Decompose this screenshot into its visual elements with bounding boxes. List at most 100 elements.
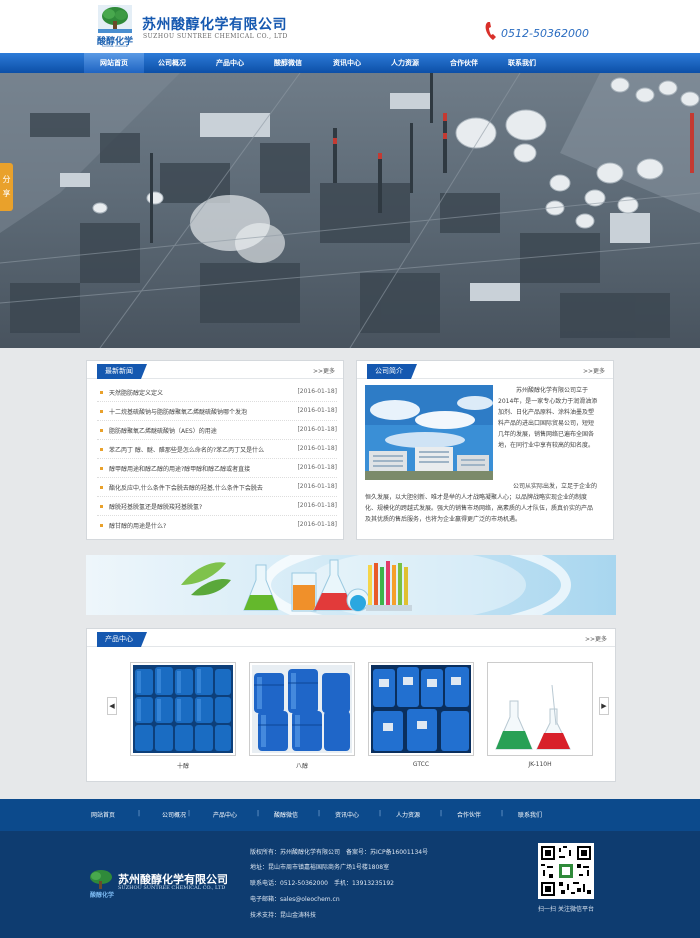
list-item[interactable]: 醇脱羟基脱氢还是醇脱羧羟基脱氢? [2016-01-18] (97, 497, 337, 516)
about-intro-text: 苏州酸醇化学有限公司立于2014年，是一家专心致力于润滑油添加剂、日化产品原料、… (498, 387, 598, 449)
news-date: [2016-01-18] (297, 407, 337, 414)
footer-nav-divider: | (257, 810, 260, 817)
bullet-icon (100, 524, 103, 527)
lab-flasks-banner (86, 555, 616, 615)
news-title[interactable]: 十二烷基硫酸钠与脂肪醇聚氧乙烯醚硫酸钠哪个发泡 (109, 407, 269, 416)
hero-banner-plant-image (0, 73, 700, 348)
news-title[interactable]: 醇脱羟基脱氢还是醇脱羧羟基脱氢? (109, 502, 269, 511)
nav-item-about[interactable]: 公司概况 (142, 53, 202, 73)
site-logo[interactable]: 酸醇化学 Suntree chemical (95, 5, 135, 48)
phone-icon (485, 22, 496, 40)
about-panel: 公司简介 >>更多 苏州酸醇化学有限公司立于2014年，是一家专心致力于润滑油添… (356, 360, 614, 540)
phone-number: 0512-50362000 (501, 27, 589, 40)
product-more-link[interactable]: >>更多 (585, 634, 607, 643)
product-name[interactable]: 八醇 (249, 761, 355, 770)
carousel-next-button[interactable]: ▶ (599, 697, 609, 715)
news-panel: 最新新闻 >>更多 天然脂肪醇定义定义 [2016-01-18] 十二烷基硫酸钠与… (86, 360, 344, 540)
about-panel-title: 公司简介 (367, 364, 417, 379)
news-panel-header: 最新新闻 >>更多 (87, 361, 343, 379)
bullet-icon (100, 448, 103, 451)
list-item[interactable]: 脂肪醇聚氧乙烯醚硫酸钠（AES）的用途 [2016-01-18] (97, 421, 337, 440)
about-body-text: 公司从实际出发，立足于企业的恒久发展，以大胆创新、唯才是举的人才战略凝聚人心；以… (365, 481, 597, 525)
footer-nav-divider: | (188, 810, 191, 817)
about-more-link[interactable]: >>更多 (583, 366, 605, 375)
bullet-icon (100, 410, 103, 413)
company-english-name: SUZHOU SUNTREE CHEMICAL CO., LTD (143, 33, 288, 40)
nav-item-wechat[interactable]: 酸醇微信 (258, 53, 318, 73)
nav-item-partners[interactable]: 合作伙伴 (434, 53, 494, 73)
news-date: [2016-01-18] (297, 388, 337, 395)
news-date: [2016-01-18] (297, 483, 337, 490)
list-item[interactable]: 醇甲醇用途和醇乙醇的用途?醇甲醇和醇乙醇或者直接 [2016-01-18] (97, 459, 337, 478)
footer-email[interactable]: 电子邮箱：sales@oleochem.cn (250, 894, 340, 903)
footer-copyright: 版权所有：苏州酸醇化学有限公司 备案号：苏ICP备16001134号 (250, 849, 429, 856)
news-title[interactable]: 天然脂肪醇定义定义 (109, 388, 269, 397)
qr-caption: 扫一扫 关注微信平台 (538, 906, 594, 913)
footer-nav-home[interactable]: 网站首页 (91, 810, 115, 819)
product-panel-title: 产品中心 (97, 632, 147, 647)
site-header: 酸醇化学 Suntree chemical 苏州酸醇化学有限公司 SUZHOU … (0, 0, 700, 53)
bullet-icon (100, 391, 103, 394)
company-building-image (365, 385, 493, 480)
nav-item-home[interactable]: 网站首页 (84, 53, 144, 73)
product-name[interactable]: 十醇 (130, 761, 236, 770)
logo-english-text: Suntree chemical (101, 44, 129, 48)
footer-address: 地址：昆山市周市镇嘉裕国际商务广场1号楼1808室 (250, 864, 390, 871)
news-date: [2016-01-18] (297, 521, 337, 528)
footer-nav-contact[interactable]: 联系我们 (518, 810, 542, 819)
footer-nav-divider: | (501, 810, 504, 817)
company-name: 苏州酸醇化学有限公司 (142, 17, 287, 33)
news-date: [2016-01-18] (297, 464, 337, 471)
product-card[interactable] (368, 662, 474, 756)
news-title[interactable]: 醇甘醇的用途是什么? (109, 521, 269, 530)
product-card[interactable] (130, 662, 236, 756)
news-title[interactable]: 苯乙丙丁 醇、醚、醛那些是怎么命名的?苯乙丙丁又是什么 (109, 445, 269, 454)
footer-nav-products[interactable]: 产品中心 (213, 810, 237, 819)
carousel-prev-button[interactable]: ◀ (107, 697, 117, 715)
about-body-paragraph: 公司从实际出发，立足于企业的恒久发展，以大胆创新、唯才是举的人才战略凝聚人心；以… (365, 483, 598, 523)
product-card[interactable] (249, 662, 355, 756)
wechat-qr-code-icon (538, 843, 594, 899)
footer-tech-support[interactable]: 技术支持：昆山金涛科技 (250, 910, 316, 919)
news-title[interactable]: 酯化反应中,什么条件下会脱去醇的羟基,什么条件下会脱去 (109, 483, 269, 492)
footer-nav-news[interactable]: 资讯中心 (335, 810, 359, 819)
list-item[interactable]: 醇甘醇的用途是什么? [2016-01-18] (97, 516, 337, 535)
footer-phone: 联系电话：0512-50362000 手机：13913235192 (250, 880, 394, 887)
product-card[interactable] (487, 662, 593, 756)
list-item[interactable]: 天然脂肪醇定义定义 [2016-01-18] (97, 383, 337, 402)
footer-nav-partners[interactable]: 合作伙伴 (457, 810, 481, 819)
footer-nav-wechat[interactable]: 酸醇微信 (274, 810, 298, 819)
list-item[interactable]: 十二烷基硫酸钠与脂肪醇聚氧乙烯醚硫酸钠哪个发泡 [2016-01-18] (97, 402, 337, 421)
footer-nav-divider: | (318, 810, 321, 817)
news-date: [2016-01-18] (297, 445, 337, 452)
news-list: 天然脂肪醇定义定义 [2016-01-18] 十二烷基硫酸钠与脂肪醇聚氧乙烯醚硫酸… (97, 383, 337, 535)
product-name[interactable]: GTCC (368, 761, 474, 768)
nav-item-products[interactable]: 产品中心 (200, 53, 260, 73)
news-date: [2016-01-18] (297, 426, 337, 433)
footer-nav-hr[interactable]: 人力资源 (396, 810, 420, 819)
list-item[interactable]: 苯乙丙丁 醇、醚、醛那些是怎么命名的?苯乙丙丁又是什么 [2016-01-18] (97, 440, 337, 459)
news-more-link[interactable]: >>更多 (313, 366, 335, 375)
tree-logo-icon (98, 5, 132, 33)
news-date: [2016-01-18] (297, 502, 337, 509)
bullet-icon (100, 467, 103, 470)
nav-item-hr[interactable]: 人力资源 (375, 53, 435, 73)
news-panel-title: 最新新闻 (97, 364, 147, 379)
footer-logo-chinese: 酸醇化学 (89, 892, 114, 899)
footer-company-english: SUZHOU SUNTREE CHEMICAL CO., LTD (118, 885, 226, 891)
site-footer: 酸醇化学 苏州酸醇化学有限公司 SUZHOU SUNTREE CHEMICAL … (0, 831, 700, 938)
product-name[interactable]: JK-110H (487, 761, 593, 768)
footer-nav-about[interactable]: 公司概况 (162, 810, 186, 819)
bullet-icon (100, 486, 103, 489)
news-title[interactable]: 脂肪醇聚氧乙烯醚硫酸钠（AES）的用途 (109, 426, 269, 435)
bullet-icon (100, 505, 103, 508)
tree-logo-icon (90, 870, 112, 889)
product-image (252, 665, 352, 753)
list-item[interactable]: 酯化反应中,什么条件下会脱去醇的羟基,什么条件下会脱去 [2016-01-18] (97, 478, 337, 497)
news-title[interactable]: 醇甲醇用途和醇乙醇的用途?醇甲醇和醇乙醇或者直接 (109, 464, 269, 473)
footer-nav-divider: | (379, 810, 382, 817)
nav-item-contact[interactable]: 联系我们 (492, 53, 552, 73)
nav-item-news[interactable]: 资讯中心 (317, 53, 377, 73)
product-image (490, 665, 590, 753)
share-tab[interactable]: 分享 (0, 163, 13, 211)
